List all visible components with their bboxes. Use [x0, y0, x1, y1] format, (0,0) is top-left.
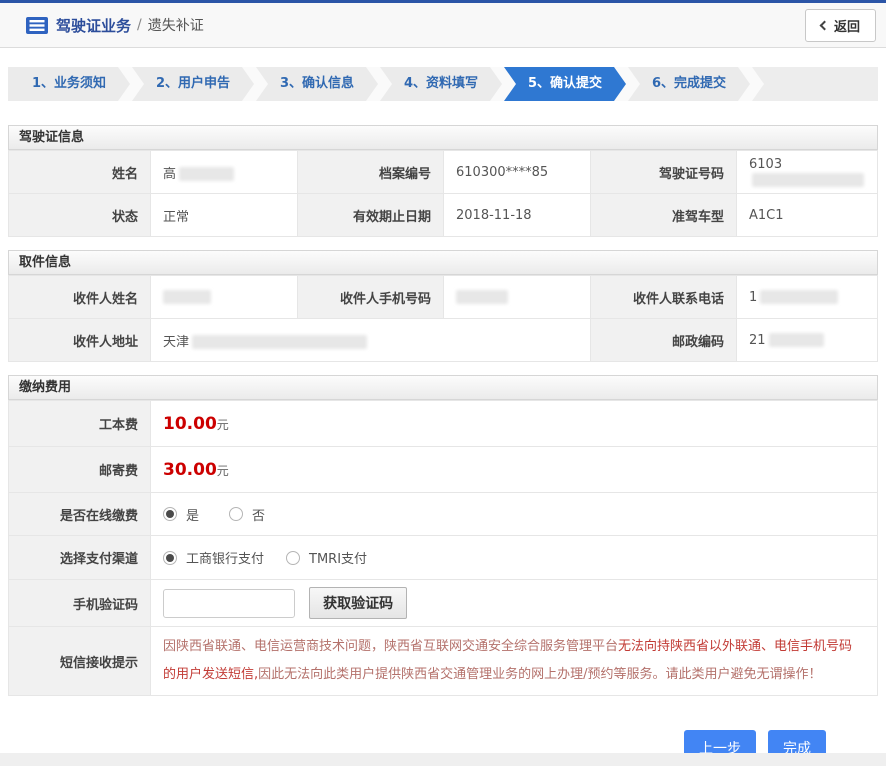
breadcrumb-divider: / [137, 17, 142, 33]
payment-section-title: 缴纳费用 [8, 375, 878, 400]
status-label: 状态 [9, 194, 151, 237]
status-value: 正常 [151, 194, 298, 237]
step-6-complete-submit: 6、完成提交 [628, 67, 750, 101]
radio-unchecked-icon[interactable] [286, 551, 300, 565]
chevron-left-icon [820, 21, 830, 31]
online-payment-yes-label: 是 [186, 505, 199, 524]
channel-icbc-option[interactable]: 工商银行支付 [163, 548, 264, 567]
table-row: 选择支付渠道 工商银行支付 TMRI支付 [9, 536, 878, 580]
channel-tmri-option[interactable]: TMRI支付 [286, 548, 367, 567]
recipient-name-label: 收件人姓名 [9, 276, 151, 319]
notice-segment: 因陕西省联通、电信运营商技术问题，陕西省互联网交通安全综合服务管理平台 [163, 639, 618, 654]
sms-notice-label: 短信接收提示 [9, 627, 151, 696]
table-row: 短信接收提示 因陕西省联通、电信运营商技术问题，陕西省互联网交通安全综合服务管理… [9, 627, 878, 696]
online-payment-yes-option[interactable]: 是 [163, 505, 199, 524]
postage-fee-label: 邮寄费 [9, 447, 151, 493]
license-no-label: 驾驶证号码 [591, 151, 737, 194]
payment-channel-label: 选择支付渠道 [9, 536, 151, 580]
online-payment-no-option[interactable]: 否 [229, 505, 265, 524]
step-3-confirm-info: 3、确认信息 [256, 67, 378, 101]
step-2-user-declaration: 2、用户申告 [132, 67, 254, 101]
redaction-blur [760, 290, 838, 304]
redaction-blur [192, 335, 367, 349]
online-payment-value: 是 否 [151, 493, 878, 536]
redaction-blur [456, 290, 508, 304]
payment-table: 工本费 10.00元 邮寄费 30.00元 是否在线缴费 是 [8, 400, 878, 696]
redaction-blur [163, 290, 211, 304]
name-label: 姓名 [9, 151, 151, 194]
sms-code-value: 获取验证码 [151, 580, 878, 627]
expiry-value: 2018-11-18 [444, 194, 591, 237]
vehicle-class-label: 准驾车型 [591, 194, 737, 237]
step-5-confirm-submit: 5、确认提交 [504, 67, 626, 101]
channel-icbc-label: 工商银行支付 [186, 548, 264, 567]
step-4-fill-materials: 4、资料填写 [380, 67, 502, 101]
sms-code-label: 手机验证码 [9, 580, 151, 627]
back-button[interactable]: 返回 [805, 9, 876, 42]
redaction-blur [179, 167, 234, 181]
table-row: 收件人姓名 收件人手机号码 收件人联系电话 1 [9, 276, 878, 319]
back-button-label: 返回 [834, 16, 860, 35]
file-no-value: 610300****85 [444, 151, 591, 194]
production-fee-amount: 10.00 [163, 414, 217, 434]
pickup-info-section: 取件信息 收件人姓名 收件人手机号码 收件人联系电话 1 收件人地址 天津 邮政… [8, 250, 878, 362]
redaction-blur [769, 333, 824, 347]
table-row: 状态 正常 有效期止日期 2018-11-18 准驾车型 A1C1 [9, 194, 878, 237]
production-fee-value: 10.00元 [151, 401, 878, 447]
recipient-mobile-value [444, 276, 591, 319]
name-value: 高 [151, 151, 298, 194]
table-row: 是否在线缴费 是 否 [9, 493, 878, 536]
table-row: 姓名 高 档案编号 610300****85 驾驶证号码 6103 [9, 151, 878, 194]
license-info-section: 驾驶证信息 姓名 高 档案编号 610300****85 驾驶证号码 6103 … [8, 125, 878, 237]
online-payment-label: 是否在线缴费 [9, 493, 151, 536]
recipient-address-label: 收件人地址 [9, 319, 151, 362]
page-title: 驾驶证业务 [56, 15, 131, 36]
radio-unchecked-icon[interactable] [229, 507, 243, 521]
license-no-value: 6103 [737, 151, 878, 194]
postage-fee-value: 30.00元 [151, 447, 878, 493]
recipient-phone-value: 1 [737, 276, 878, 319]
radio-checked-icon[interactable] [163, 551, 177, 565]
bottom-strip [0, 753, 886, 766]
payment-channel-value: 工商银行支付 TMRI支付 [151, 536, 878, 580]
get-code-button[interactable]: 获取验证码 [309, 587, 407, 619]
notice-segment: 因此无法向此类用户提供陕西省交通管理业务的网上办理/预约等服务。请此类用户避免无… [258, 667, 821, 682]
table-row: 邮寄费 30.00元 [9, 447, 878, 493]
table-row: 工本费 10.00元 [9, 401, 878, 447]
breadcrumb-current: 遗失补证 [148, 15, 204, 35]
step-wizard: 1、业务须知 2、用户申告 3、确认信息 4、资料填写 5、确认提交 6、完成提… [8, 67, 878, 101]
license-info-section-title: 驾驶证信息 [8, 125, 878, 150]
postal-code-label: 邮政编码 [591, 319, 737, 362]
recipient-name-value [151, 276, 298, 319]
postal-code-value: 21 [737, 319, 878, 362]
license-info-table: 姓名 高 档案编号 610300****85 驾驶证号码 6103 状态 正常 … [8, 150, 878, 237]
online-payment-no-label: 否 [252, 505, 265, 524]
payment-section: 缴纳费用 工本费 10.00元 邮寄费 30.00元 是否在线缴费 是 [8, 375, 878, 696]
table-row: 手机验证码 获取验证码 [9, 580, 878, 627]
postage-fee-amount: 30.00 [163, 460, 217, 480]
recipient-address-value: 天津 [151, 319, 591, 362]
file-no-label: 档案编号 [298, 151, 444, 194]
step-1-business-notice: 1、业务须知 [8, 67, 130, 101]
postage-fee-unit: 元 [217, 464, 229, 478]
production-fee-label: 工本费 [9, 401, 151, 447]
pickup-info-section-title: 取件信息 [8, 250, 878, 275]
document-list-icon [26, 17, 48, 34]
expiry-label: 有效期止日期 [298, 194, 444, 237]
table-row: 收件人地址 天津 邮政编码 21 [9, 319, 878, 362]
sms-code-input[interactable] [163, 589, 295, 618]
radio-checked-icon[interactable] [163, 507, 177, 521]
step-wizard-filler [752, 67, 878, 101]
production-fee-unit: 元 [217, 418, 229, 432]
vehicle-class-value: A1C1 [737, 194, 878, 237]
redaction-blur [752, 173, 864, 187]
recipient-phone-label: 收件人联系电话 [591, 276, 737, 319]
page-header: 驾驶证业务 / 遗失补证 返回 [0, 3, 886, 48]
channel-tmri-label: TMRI支付 [309, 548, 367, 567]
sms-notice-text: 因陕西省联通、电信运营商技术问题，陕西省互联网交通安全综合服务管理平台无法向持陕… [151, 627, 878, 696]
pickup-info-table: 收件人姓名 收件人手机号码 收件人联系电话 1 收件人地址 天津 邮政编码 21 [8, 275, 878, 362]
recipient-mobile-label: 收件人手机号码 [298, 276, 444, 319]
